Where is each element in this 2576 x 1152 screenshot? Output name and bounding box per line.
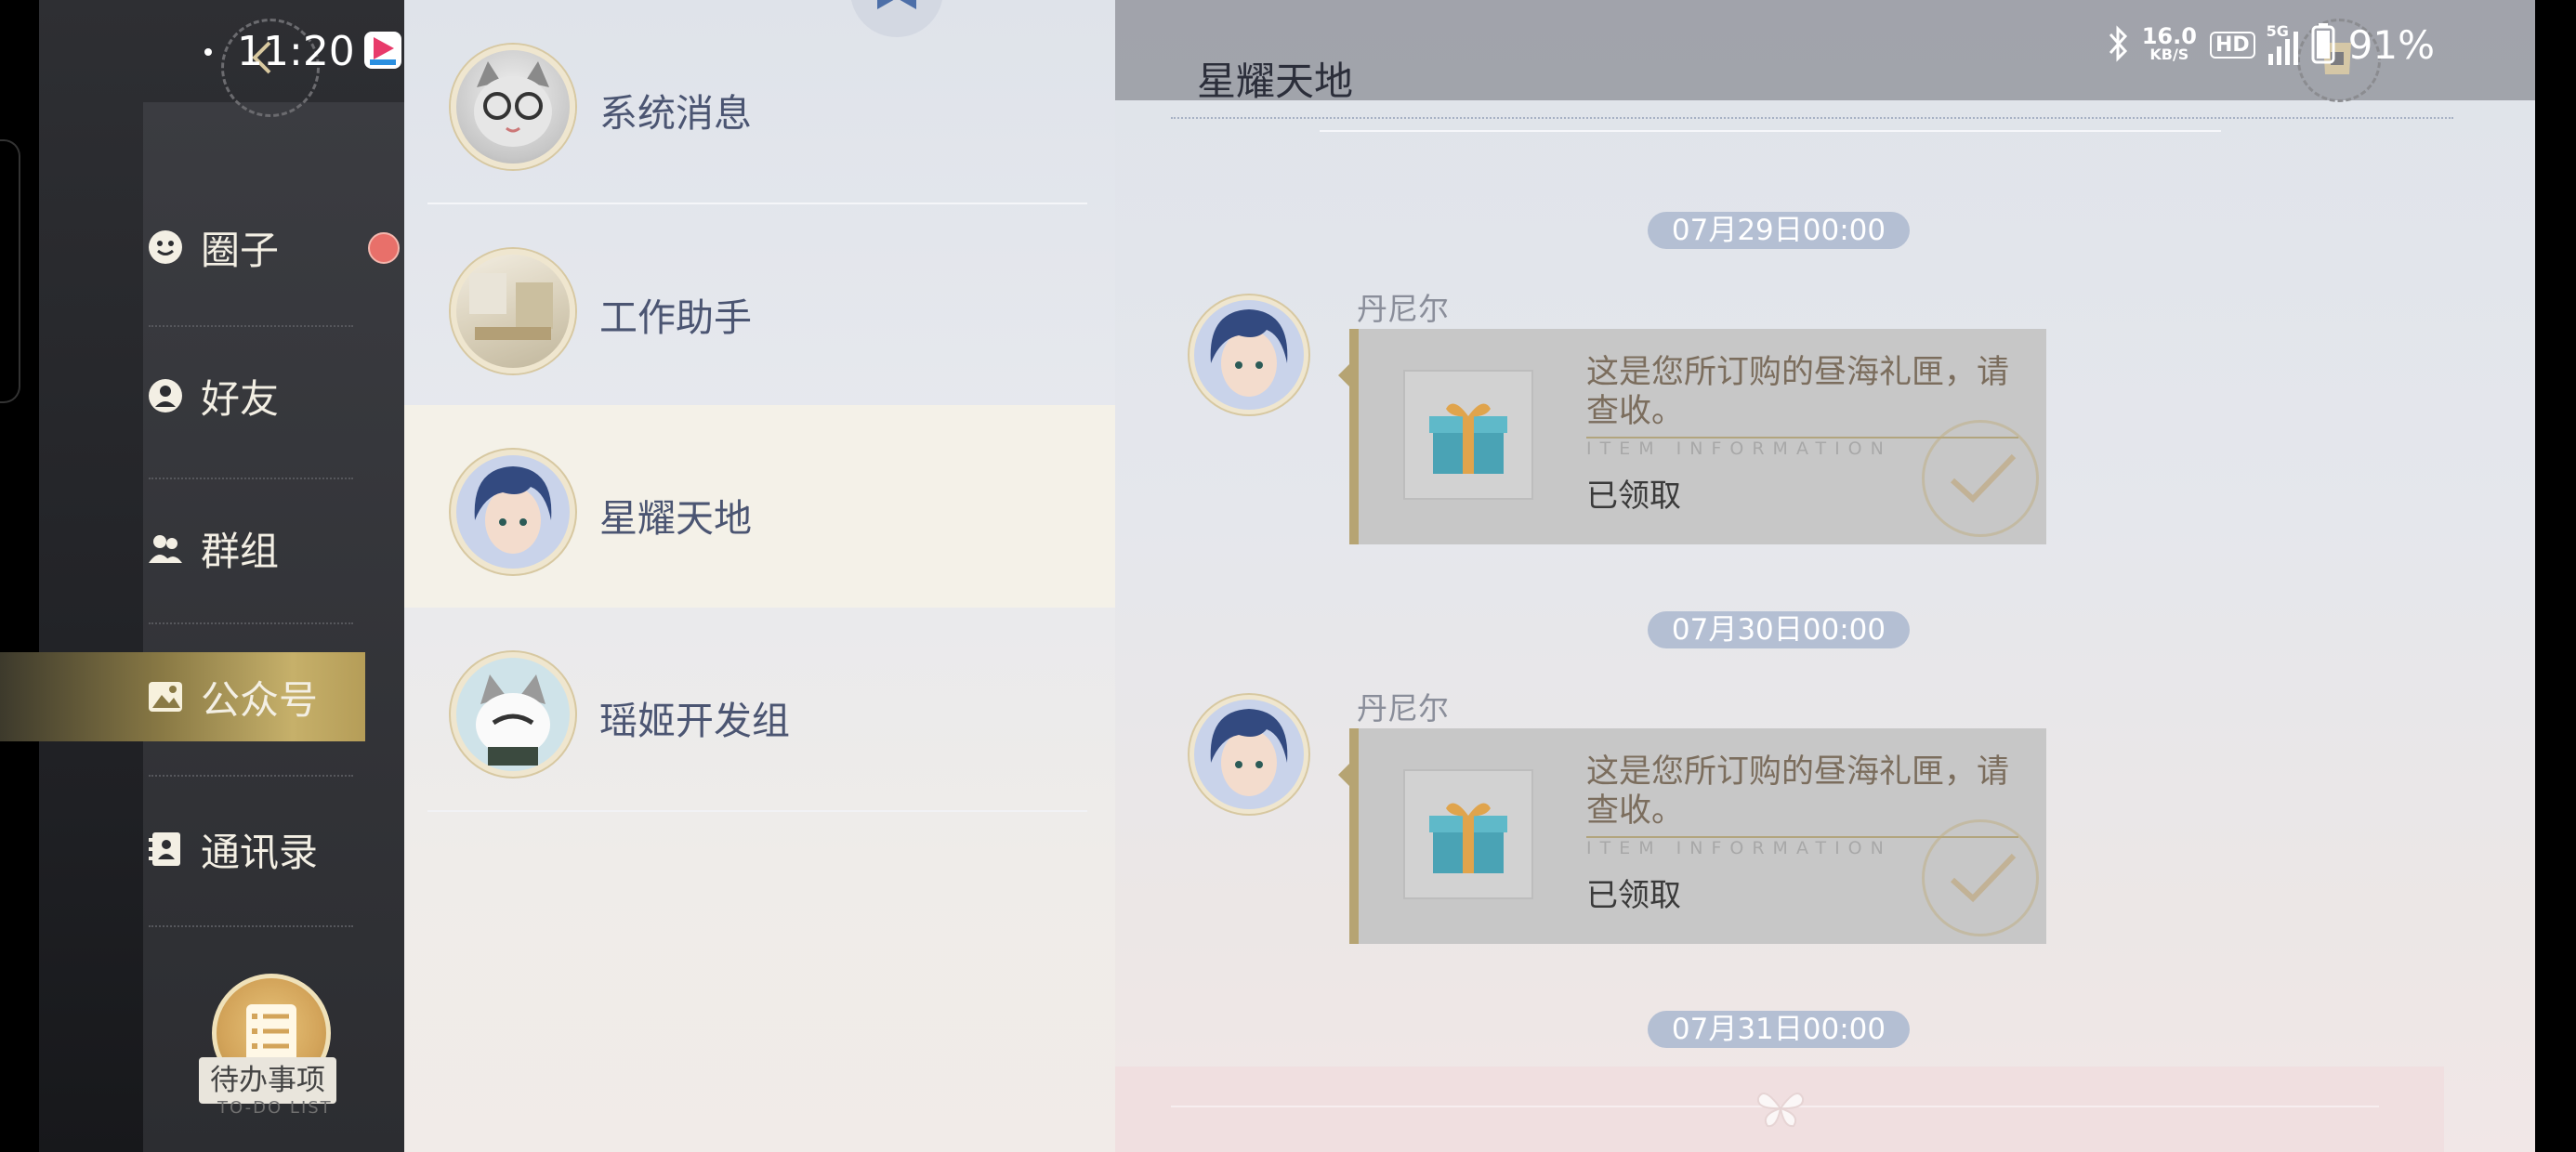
gift-box-icon xyxy=(1403,769,1533,899)
sidebar-item-label: 公众号 xyxy=(201,676,319,723)
signal-icon: 5G xyxy=(2267,22,2298,65)
image-icon xyxy=(147,678,184,715)
blue-hair-avatar xyxy=(451,450,575,574)
status-dot xyxy=(204,48,212,56)
edge-handle xyxy=(0,139,20,403)
divider xyxy=(149,925,353,927)
conversation-name: 系统消息 xyxy=(599,91,752,136)
net-speed: 16.0 KB/S xyxy=(2141,22,2197,64)
divider xyxy=(149,775,353,777)
conversation-name: 工作助手 xyxy=(599,295,752,340)
conversation-row[interactable]: 工作助手 xyxy=(404,204,1115,407)
todo-label[interactable]: 待办事项 xyxy=(199,1057,336,1104)
group-icon xyxy=(147,530,184,567)
smile-icon xyxy=(147,229,184,266)
butterfly-icon xyxy=(1755,1085,1807,1135)
header-divider xyxy=(1320,130,2221,132)
room-avatar xyxy=(451,249,575,373)
sidebar-item-official-accounts[interactable]: 公众号 xyxy=(0,652,365,741)
sidebar-item-label: 群组 xyxy=(201,528,280,574)
sender-name: 丹尼尔 xyxy=(1357,291,1449,327)
divider xyxy=(427,810,1087,812)
sidebar-item-label: 好友 xyxy=(201,375,280,422)
battery-percent: 91% xyxy=(2347,22,2435,68)
conversation-name: 星耀天地 xyxy=(599,496,752,541)
app-notification-icon xyxy=(364,32,401,69)
message-text: 这是您所订购的昼海礼匣，请查收。 xyxy=(1586,753,2010,830)
chat-title: 星耀天地 xyxy=(1197,59,1354,104)
android-nav-bar xyxy=(0,0,39,1152)
conversation-row[interactable]: 系统消息 xyxy=(404,0,1115,203)
divider xyxy=(149,325,353,327)
friend-icon xyxy=(147,377,184,414)
todo-sublabel: TO-DO LIST xyxy=(217,1098,333,1118)
cat-avatar xyxy=(451,652,575,777)
conversation-row[interactable]: 瑶姬开发组 xyxy=(404,608,1115,810)
message-text: 这是您所订购的昼海礼匣，请查收。 xyxy=(1586,354,2010,430)
chat-bottom-bar xyxy=(1115,1067,2444,1152)
header-divider xyxy=(1171,117,2453,119)
claimed-status: 已领取 xyxy=(1586,877,1681,914)
gift-message-card[interactable]: 这是您所订购的昼海礼匣，请查收。 ITEM INFORMATION 已领取 xyxy=(1338,329,2046,544)
date-pill: 07月29日00:00 xyxy=(1648,212,1910,249)
sender-avatar[interactable] xyxy=(1189,295,1308,414)
conversation-name: 瑶姬开发组 xyxy=(599,699,790,743)
claimed-check-icon xyxy=(1922,819,2039,936)
gift-message-card[interactable]: 这是您所订购的昼海礼匣，请查收。 ITEM INFORMATION 已领取 xyxy=(1338,728,2046,944)
sidebar-item-contacts[interactable]: 通讯录 xyxy=(104,805,365,894)
divider xyxy=(149,622,353,624)
sidebar-item-label: 圈子 xyxy=(201,227,280,273)
bubble-tail xyxy=(1338,364,1349,386)
sender-avatar[interactable] xyxy=(1189,695,1308,814)
sender-name: 丹尼尔 xyxy=(1357,690,1449,727)
bluetooth-icon xyxy=(2107,24,2129,66)
conversation-row-selected[interactable]: 星耀天地 xyxy=(404,405,1115,608)
sidebar-item-circle[interactable]: 圈子 xyxy=(104,203,365,292)
sidebar-item-label: 通讯录 xyxy=(201,829,319,875)
battery-icon xyxy=(2311,22,2335,68)
net-speed-unit: KB/S xyxy=(2149,45,2189,63)
cat-glasses-avatar xyxy=(451,45,575,169)
conversation-list: 系统消息 工作助手 星耀天地 瑶姬开发组 xyxy=(404,0,1115,1152)
date-pill: 07月30日00:00 xyxy=(1648,611,1910,648)
gift-box-icon xyxy=(1403,370,1533,500)
status-bar-right: 16.0 KB/S HD 5G 91% xyxy=(2107,22,2435,68)
sidebar-item-groups[interactable]: 群组 xyxy=(104,504,365,593)
net-speed-value: 16.0 xyxy=(2141,22,2197,49)
notification-badge xyxy=(368,232,400,264)
hd-badge: HD xyxy=(2209,32,2255,59)
status-time: 11:20 xyxy=(237,28,355,75)
claimed-status: 已领取 xyxy=(1586,478,1681,515)
bubble-tail xyxy=(1338,764,1349,786)
sidebar-item-friends[interactable]: 好友 xyxy=(104,351,365,440)
divider xyxy=(149,478,353,479)
claimed-check-icon xyxy=(1922,420,2039,537)
network-type: 5G xyxy=(2266,21,2289,40)
chat-panel: 星耀天地 07月29日00:00 丹尼尔 这是您所订购的昼海礼匣，请查收。 IT… xyxy=(1115,0,2535,1152)
contacts-icon xyxy=(147,831,184,868)
date-pill: 07月31日00:00 xyxy=(1648,1011,1910,1048)
